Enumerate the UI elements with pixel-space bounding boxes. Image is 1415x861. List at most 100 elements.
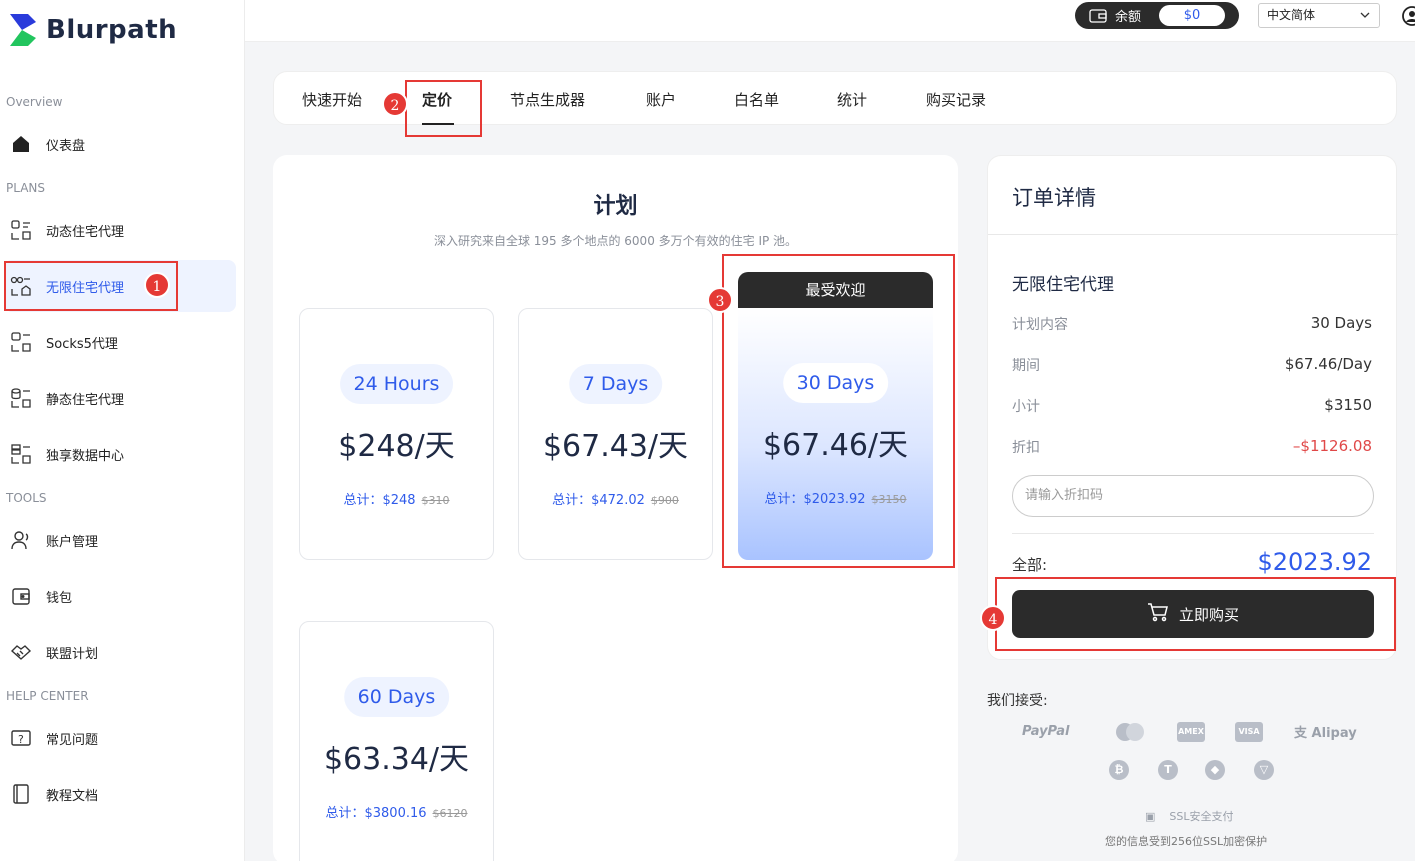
- chevron-down-icon: [1359, 4, 1371, 35]
- plan-total: 总计：$472.02 $900: [519, 489, 712, 508]
- brand-logo[interactable]: Blurpath: [8, 12, 177, 48]
- plan-total-label: 总计：$472.02: [552, 493, 645, 508]
- language-select[interactable]: 中文简体: [1258, 3, 1380, 28]
- ssl-note: 您的信息受到256位SSL加密保护: [1105, 835, 1268, 848]
- balance-label: 余额: [1115, 10, 1142, 25]
- sidebar-item-label: 动态住宅代理: [46, 224, 125, 240]
- sidebar-item-wallet[interactable]: 钱包: [4, 570, 236, 622]
- tab-purchase-history[interactable]: 购买记录: [926, 89, 986, 110]
- tab-quick-start[interactable]: 快速开始: [302, 89, 362, 110]
- plan-price: $63.34/天: [323, 742, 470, 777]
- visa-logo: VISA: [1235, 722, 1263, 742]
- sidebar-item-label: 仪表盘: [46, 138, 86, 154]
- annotation-highlight-3: [722, 254, 955, 568]
- paypal-logo: PayPal: [1022, 724, 1070, 739]
- order-row-value: $3150: [1324, 396, 1372, 414]
- plan-duration: 7 Days: [568, 364, 663, 404]
- plan-card-7-days[interactable]: 7 Days $67.43/天 总计：$472.02 $900: [518, 308, 713, 560]
- sidebar: Blurpath Overview 仪表盘 PLANS 动态住宅代理 无限住宅代…: [0, 0, 245, 861]
- sidebar-item-label: 教程文档: [46, 788, 99, 804]
- sidebar-item-label: 账户管理: [46, 534, 99, 550]
- sidebar-item-rotating-residential[interactable]: 动态住宅代理: [4, 204, 236, 256]
- sidebar-item-affiliate[interactable]: 联盟计划: [4, 626, 236, 678]
- ssl-label: SSL安全支付: [1169, 810, 1234, 823]
- amex-logo: AMEX: [1177, 722, 1205, 742]
- annotation-marker-2: 2: [382, 91, 408, 117]
- brand-name: Blurpath: [46, 15, 178, 45]
- lock-icon: ▣: [1145, 810, 1156, 823]
- sidebar-item-faq[interactable]: ? 常见问题: [4, 712, 236, 764]
- plans-title: 计划: [593, 194, 638, 219]
- sidebar-item-label: 独享数据中心: [46, 448, 125, 464]
- annotation-marker-4: 4: [980, 605, 1006, 631]
- language-value: 中文简体: [1267, 8, 1316, 22]
- annotation-highlight-2: [405, 80, 482, 137]
- tab-statistics[interactable]: 统计: [837, 89, 867, 110]
- order-title: 订单详情: [1012, 186, 1096, 210]
- sidebar-item-docs[interactable]: 教程文档: [4, 768, 236, 820]
- sidebar-item-socks5[interactable]: Socks5代理: [4, 316, 236, 368]
- tab-whitelist[interactable]: 白名单: [734, 89, 779, 110]
- plan-duration: 24 Hours: [339, 364, 454, 404]
- bitcoin-icon: ₿: [1109, 760, 1129, 780]
- divider: [988, 234, 1398, 235]
- plan-original-price: $900: [650, 494, 679, 507]
- wallet-icon: [1089, 8, 1107, 23]
- order-row-label: 期间: [1012, 358, 1040, 374]
- plans-subtitle: 深入研究来自全球 195 多个地点的 6000 多万个有效的住宅 IP 池。: [433, 234, 798, 248]
- user-icon: [8, 527, 34, 553]
- alipay-icon: 支: [1294, 726, 1308, 741]
- order-plan-name: 无限住宅代理: [1012, 275, 1114, 295]
- order-row-label: 折扣: [1012, 440, 1040, 456]
- plan-total: 总计：$248 $310: [300, 489, 493, 508]
- sidebar-item-account[interactable]: 账户管理: [4, 514, 236, 566]
- plan-total: 总计：$3800.16 $6120: [300, 802, 493, 821]
- datacenter-icon: [8, 441, 34, 467]
- mastercard-icon: [1113, 722, 1147, 742]
- sidebar-item-dashboard[interactable]: 仪表盘: [4, 118, 236, 170]
- logo-mark-icon: [10, 14, 36, 46]
- svg-text:?: ?: [18, 733, 24, 746]
- discount-value: –$1126.08: [1292, 437, 1372, 455]
- order-total-value: $2023.92: [1257, 548, 1372, 576]
- plan-duration: 60 Days: [343, 677, 450, 717]
- plan-original-price: $310: [421, 494, 450, 507]
- balance-widget[interactable]: 余额 $0: [1075, 2, 1239, 29]
- static-proxy-icon: [8, 385, 34, 411]
- sidebar-item-label: 常见问题: [46, 732, 99, 748]
- order-total-label: 全部:: [1012, 556, 1048, 574]
- balance-value: $0: [1159, 5, 1225, 26]
- socks5-icon: [8, 329, 34, 355]
- plan-price: $248/天: [338, 429, 455, 464]
- tether-icon: T: [1158, 760, 1178, 780]
- tab-node-generator[interactable]: 节点生成器: [510, 89, 585, 110]
- plan-card-60-days[interactable]: 60 Days $63.34/天 总计：$3800.16 $6120: [299, 621, 494, 861]
- plan-total-label: 总计：$3800.16: [325, 806, 427, 821]
- sidebar-item-static-residential[interactable]: 静态住宅代理: [4, 372, 236, 424]
- annotation-marker-1: 1: [144, 272, 170, 298]
- tab-account[interactable]: 账户: [646, 89, 676, 110]
- handshake-icon: [8, 639, 34, 665]
- annotation-highlight-4: [995, 577, 1396, 651]
- order-row-label: 小计: [1012, 399, 1040, 415]
- plan-card-24-hours[interactable]: 24 Hours $248/天 总计：$248 $310: [299, 308, 494, 560]
- payment-accept-label: 我们接受:: [987, 693, 1048, 709]
- plan-total-label: 总计：$248: [343, 493, 416, 508]
- sidebar-item-label: 联盟计划: [46, 646, 99, 662]
- alipay-logo: 支 Alipay: [1294, 722, 1357, 741]
- top-bar: 余额 $0 中文简体: [245, 0, 1415, 42]
- coupon-input[interactable]: 请输入折扣码: [1012, 475, 1374, 517]
- plan-price: $67.43/天: [542, 429, 689, 464]
- order-row-label: 计划内容: [1012, 317, 1068, 333]
- sidebar-item-label: 静态住宅代理: [46, 392, 125, 408]
- order-row-value: $67.46/Day: [1284, 355, 1372, 373]
- sidebar-item-datacenter[interactable]: 独享数据中心: [4, 428, 236, 480]
- home-icon: [8, 131, 34, 157]
- plan-original-price: $6120: [432, 807, 468, 820]
- order-row-value: 30 Days: [1310, 314, 1372, 332]
- ssl-secure: ▣ SSL安全支付: [1145, 808, 1234, 824]
- proxy-icon: [8, 217, 34, 243]
- user-avatar-icon[interactable]: [1402, 6, 1415, 26]
- sidebar-item-label: 钱包: [46, 590, 73, 606]
- section-tools: TOOLS: [6, 491, 47, 505]
